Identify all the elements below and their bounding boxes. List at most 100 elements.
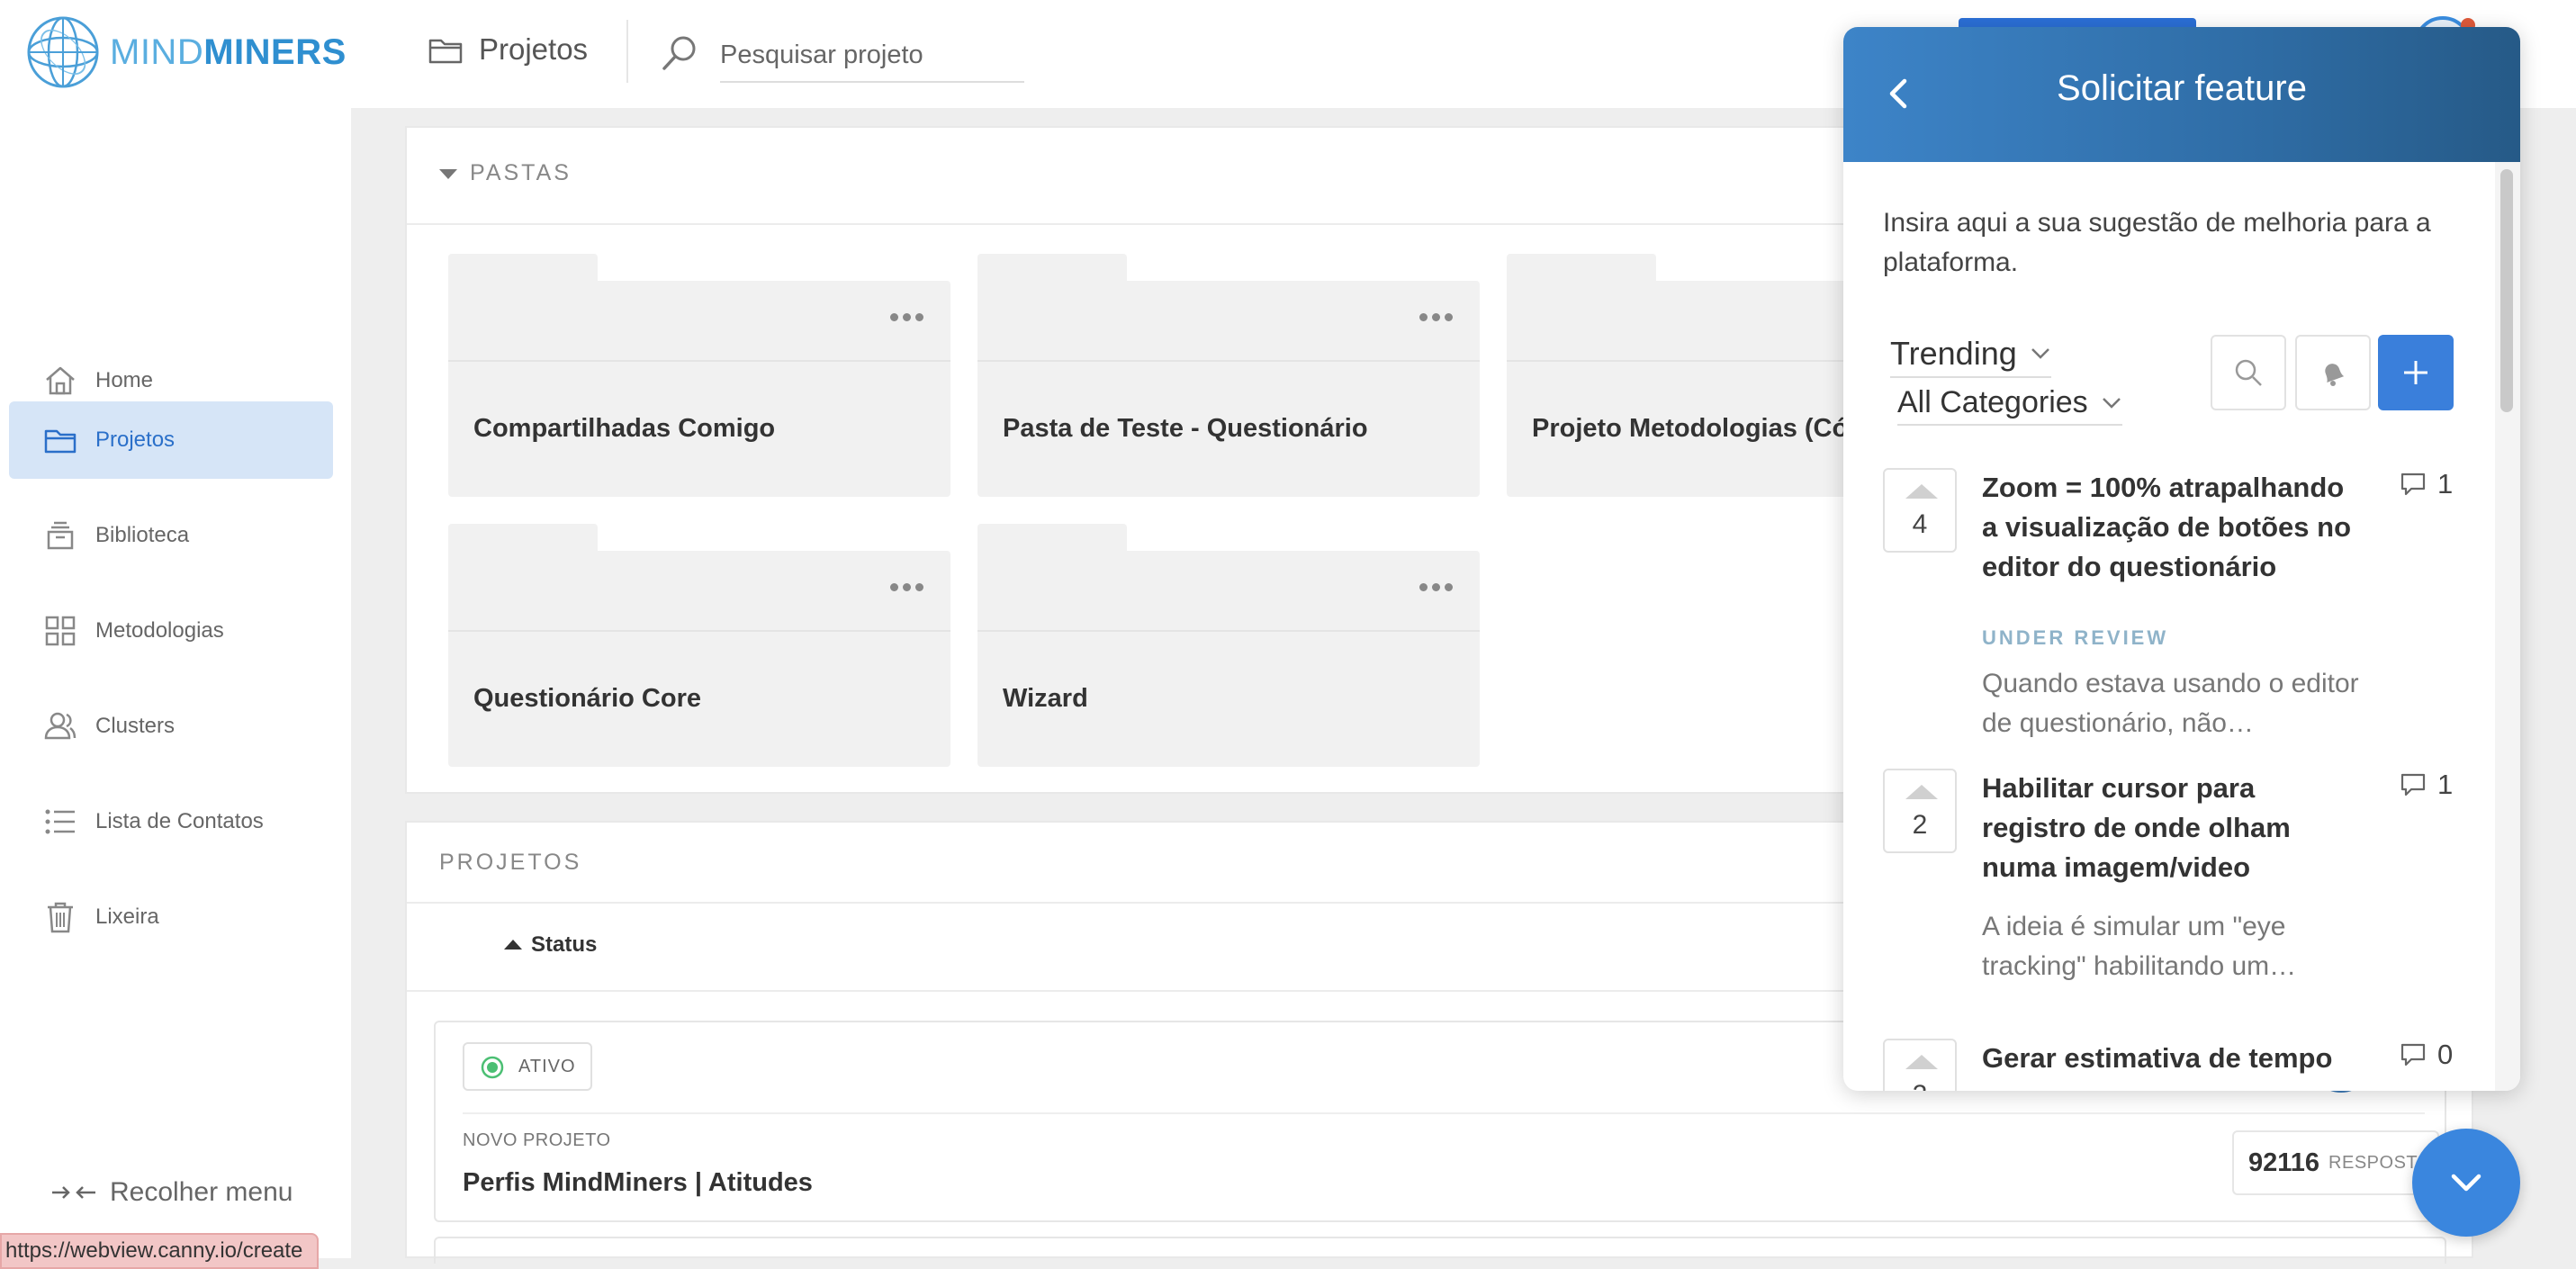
trash-icon [48, 902, 73, 933]
status-sort-button[interactable]: Status [504, 932, 597, 958]
category-select[interactable]: All Categories [1897, 385, 2122, 426]
upvote-button[interactable]: 4 [1883, 468, 1957, 553]
folder-name: Compartilhadas Comigo [473, 414, 776, 443]
sidebar-item-lista-de-contatos[interactable]: Lista de Contatos [9, 783, 333, 860]
mindminers-logo[interactable]: MINDMINERS [25, 14, 347, 90]
sort-select[interactable]: Trending [1890, 335, 2051, 378]
sidebar-item-projetos[interactable]: Projetos [9, 401, 333, 479]
grid-icon [45, 616, 76, 646]
chevron-down-icon [2102, 397, 2121, 409]
folder-icon [44, 429, 77, 454]
project-kicker: NOVO PROJETO [463, 1130, 611, 1150]
comment-icon [2400, 472, 2426, 496]
scrollbar-thumb[interactable] [2500, 169, 2513, 412]
sidebar-item-label: Clusters [95, 714, 176, 738]
folder-card[interactable]: Questionário Core [448, 524, 950, 767]
sidebar-item-clusters[interactable]: Clusters [9, 688, 333, 765]
list-icon [45, 809, 75, 834]
logo-globe-icon [27, 16, 99, 88]
post-title[interactable]: Habilitar cursor para registro de onde o… [1982, 769, 2360, 887]
comment-count: 1 [2400, 769, 2453, 801]
project-card[interactable] [434, 1237, 2446, 1264]
divider [463, 1112, 2425, 1114]
search-icon [2235, 359, 2262, 386]
upvote-arrow-icon [1905, 1055, 1938, 1069]
folder-name: Questionário Core [473, 684, 701, 713]
folder-card[interactable]: Compartilhadas Comigo [448, 254, 950, 497]
vote-count: 4 [1912, 509, 1928, 539]
widget-intro: Insira aqui a sua sugestão de melhoria p… [1883, 208, 2431, 277]
status-badge-label: ATIVO [518, 1056, 576, 1076]
more-options-icon[interactable] [890, 583, 923, 591]
library-icon [47, 521, 74, 550]
feature-request-widget: Solicitar feature Insira aqui a sua suge… [1843, 27, 2520, 1091]
plus-icon [2404, 361, 2427, 384]
more-options-icon[interactable] [1419, 583, 1453, 591]
folder-card[interactable]: Wizard [977, 524, 1480, 767]
breadcrumb[interactable]: Projetos [428, 32, 588, 67]
sidebar: Home Projetos Biblioteca Metodologias Cl… [0, 108, 351, 1258]
sidebar-item-label: Lixeira [95, 904, 159, 929]
more-options-icon[interactable] [1419, 313, 1453, 321]
comment-count: 1 [2400, 468, 2453, 500]
project-title[interactable]: Perfis MindMiners | Atitudes [463, 1168, 813, 1198]
comment-count: 0 [2400, 1039, 2453, 1071]
close-widget-button[interactable] [2412, 1129, 2520, 1237]
folder-name: Pasta de Teste - Questionário [1003, 414, 1368, 443]
widget-header: Solicitar feature [1843, 27, 2520, 162]
sidebar-item-lixeira[interactable]: Lixeira [9, 878, 333, 956]
active-status-icon [481, 1056, 504, 1079]
upvote-arrow-icon [1905, 785, 1938, 799]
breadcrumb-label: Projetos [479, 32, 589, 66]
bell-icon [2325, 364, 2345, 386]
post-status: UNDER REVIEW [1982, 626, 2169, 649]
caret-down-icon [439, 168, 457, 179]
sort-select-value: Trending [1890, 335, 2017, 372]
pastas-title: PASTAS [470, 160, 572, 185]
folder-name: Projeto Metodologias (Cópia [1532, 414, 1887, 443]
upvote-button[interactable]: 2 [1883, 769, 1957, 853]
post-title[interactable]: Gerar estimativa de tempo [1982, 1039, 2378, 1078]
vote-count: 2 [1912, 810, 1928, 840]
folder-card[interactable]: Pasta de Teste - Questionário [977, 254, 1480, 497]
sidebar-item-label: Projetos [95, 428, 176, 452]
chevron-down-icon [2031, 348, 2049, 359]
projetos-title: PROJETOS [439, 850, 582, 875]
users-icon [44, 712, 77, 740]
post-description: A ideia é simular um "eye tracking" habi… [1982, 912, 2297, 981]
status-badge: ATIVO [463, 1042, 592, 1091]
widget-title: Solicitar feature [2057, 68, 2307, 108]
sidebar-item-metodologias[interactable]: Metodologias [9, 592, 333, 670]
upvote-arrow-icon [1905, 484, 1938, 499]
sidebar-item-label: Home [95, 368, 154, 392]
caret-up-icon [504, 940, 522, 950]
widget-scrollbar[interactable] [2495, 162, 2520, 1091]
sidebar-item-label: Lista de Contatos [95, 809, 264, 833]
collapse-menu-label: Recolher menu [110, 1177, 293, 1207]
responses-count: 92116 RESPOSTA [2232, 1130, 2439, 1195]
comment-icon [2400, 1043, 2426, 1066]
search-input[interactable] [720, 29, 1024, 83]
collapse-arrows-icon [52, 1186, 95, 1199]
sidebar-item-label: Metodologias [95, 618, 224, 643]
search-icon [661, 34, 698, 72]
comment-icon [2400, 773, 2426, 796]
category-select-value: All Categories [1897, 385, 2088, 419]
search-posts-button[interactable] [2211, 335, 2286, 410]
sidebar-item-biblioteca[interactable]: Biblioteca [9, 497, 333, 574]
create-post-button[interactable] [2378, 335, 2454, 410]
status-bar-url: https://webview.canny.io/create [0, 1233, 320, 1269]
vote-count: 2 [1885, 1080, 1955, 1091]
sidebar-item-label: Biblioteca [95, 523, 190, 547]
more-options-icon[interactable] [890, 313, 923, 321]
pastas-section-toggle[interactable]: PASTAS [439, 160, 572, 186]
responses-number: 92116 [2248, 1148, 2320, 1177]
post-title[interactable]: Zoom = 100% atrapalhando a visualização … [1982, 468, 2360, 587]
status-sort-label: Status [531, 932, 598, 957]
home-icon [46, 366, 75, 395]
chevron-down-icon [2451, 1174, 2481, 1192]
post-description: Quando estava usando o editor de questio… [1982, 669, 2359, 738]
collapse-menu-button[interactable]: Recolher menu [50, 1177, 293, 1208]
user-posts-button[interactable] [2295, 335, 2371, 410]
upvote-button[interactable]: 2 [1883, 1039, 1957, 1091]
